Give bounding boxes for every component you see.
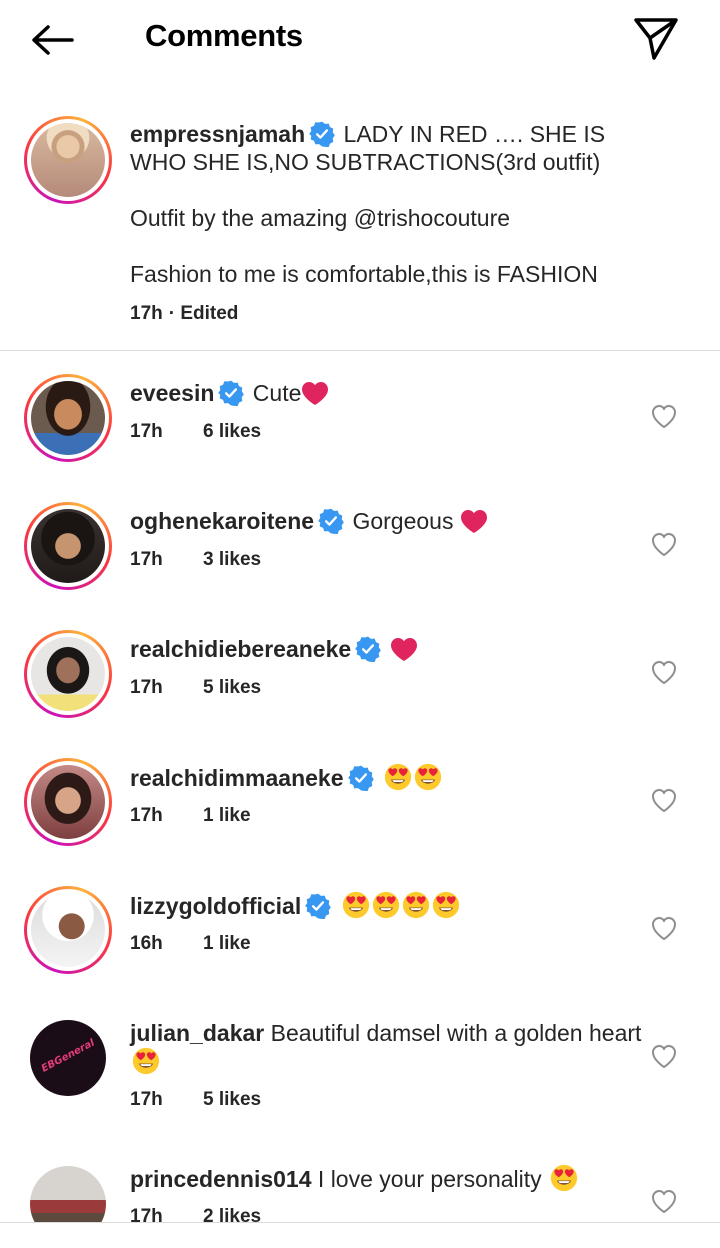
red-heart-emoji	[301, 380, 329, 406]
caption-line-2: Outfit by the amazing @trishocouture	[130, 205, 511, 231]
comment-meta: 16h 1 like	[130, 933, 251, 955]
comment-meta: 17h 1 like	[130, 805, 251, 827]
divider	[0, 350, 720, 351]
comment-time: 17h	[130, 677, 163, 698]
heart-eyes-emoji	[384, 763, 412, 791]
comment-username[interactable]: realchidiebereaneke	[130, 636, 351, 662]
like-heart-icon[interactable]	[650, 1188, 678, 1214]
heart-eyes-emoji	[342, 891, 370, 919]
verified-badge-icon	[309, 121, 335, 147]
send-button[interactable]	[630, 12, 682, 64]
comment-body: I love your personality	[317, 1166, 542, 1192]
comment-avatar[interactable]	[24, 630, 112, 718]
bottom-bar	[0, 1223, 720, 1248]
comment-username[interactable]: princedennis014	[130, 1166, 312, 1192]
send-icon	[634, 18, 678, 60]
caption-username[interactable]: empressnjamah	[130, 121, 305, 147]
comment-text: princedennis014 I love your personality	[130, 1164, 650, 1193]
like-heart-icon[interactable]	[650, 531, 678, 557]
caption-text: empressnjamah LADY IN RED …. SHE IS WHO …	[130, 120, 650, 288]
comment-text: julian_dakar Beautiful damsel with a gol…	[130, 1019, 650, 1076]
page-title: Comments	[145, 18, 303, 53]
caption-line-3: Fashion to me is comfortable,this is FAS…	[130, 261, 598, 287]
heart-eyes-emoji	[372, 891, 400, 919]
back-button[interactable]	[28, 18, 84, 62]
caption-time: 17h	[130, 303, 163, 324]
red-heart-emoji	[390, 636, 418, 662]
red-heart-emoji	[460, 508, 488, 534]
heart-eyes-emoji	[414, 763, 442, 791]
comment-avatar[interactable]	[24, 758, 112, 846]
avatar-logo: EBGeneral	[39, 1037, 97, 1075]
heart-eyes-emoji	[132, 1047, 160, 1075]
comment-likes[interactable]: 6 likes	[203, 421, 261, 443]
like-heart-icon[interactable]	[650, 403, 678, 429]
caption-edited: · Edited	[168, 303, 239, 324]
comment-meta: 17h 6 likes	[130, 421, 261, 443]
comment-time: 16h	[130, 933, 163, 954]
comment-likes[interactable]: 1 like	[203, 805, 251, 827]
verified-badge-icon	[355, 636, 381, 662]
comment-meta: 17h 5 likes	[130, 677, 261, 699]
comment-username[interactable]: realchidimmaaneke	[130, 765, 344, 791]
comment-username[interactable]: oghenekaroitene	[130, 508, 314, 534]
comment-text: lizzygoldofficial	[130, 891, 650, 920]
like-heart-icon[interactable]	[650, 787, 678, 813]
heart-eyes-emoji	[402, 891, 430, 919]
heart-eyes-emoji	[432, 891, 460, 919]
comment-body: Cute	[252, 380, 302, 406]
comment-text: oghenekaroitene Gorgeous	[130, 507, 650, 535]
heart-eyes-emoji	[550, 1164, 578, 1192]
comment-likes[interactable]: 3 likes	[203, 549, 261, 571]
comment-avatar[interactable]	[24, 886, 112, 974]
comment-body: Beautiful damsel with a golden heart	[270, 1020, 642, 1046]
verified-badge-icon	[305, 893, 331, 919]
comment-username[interactable]: eveesin	[130, 380, 214, 406]
comment-avatar[interactable]	[24, 502, 112, 590]
verified-badge-icon	[218, 380, 244, 406]
comment-meta: 17h 3 likes	[130, 549, 261, 571]
like-heart-icon[interactable]	[650, 659, 678, 685]
verified-badge-icon	[318, 508, 344, 534]
comment-time: 17h	[130, 1089, 163, 1110]
like-heart-icon[interactable]	[650, 1043, 678, 1069]
verified-badge-icon	[348, 765, 374, 791]
comment-text: eveesin Cute	[130, 379, 650, 407]
comment-likes[interactable]: 5 likes	[203, 677, 261, 699]
comment-username[interactable]: julian_dakar	[130, 1020, 264, 1046]
comment-time: 17h	[130, 421, 163, 442]
comment-time: 17h	[130, 549, 163, 570]
comment-time: 17h	[130, 805, 163, 826]
comment-text: realchidimmaaneke	[130, 763, 650, 792]
header-bar: Comments	[0, 0, 720, 78]
comment-body: Gorgeous	[352, 508, 454, 534]
comment-avatar[interactable]	[24, 374, 112, 462]
caption-meta: 17h · Edited	[130, 303, 238, 325]
comment-username[interactable]: lizzygoldofficial	[130, 893, 301, 919]
comment-text: realchidiebereaneke	[130, 635, 650, 663]
comment-meta: 17h 5 likes	[130, 1089, 261, 1111]
comment-avatar[interactable]: EBGeneral	[24, 1014, 112, 1102]
comment-likes[interactable]: 1 like	[203, 933, 251, 955]
like-heart-icon[interactable]	[650, 915, 678, 941]
comment-likes[interactable]: 5 likes	[203, 1089, 261, 1111]
back-arrow-icon	[32, 25, 74, 55]
caption-avatar[interactable]	[24, 116, 112, 204]
